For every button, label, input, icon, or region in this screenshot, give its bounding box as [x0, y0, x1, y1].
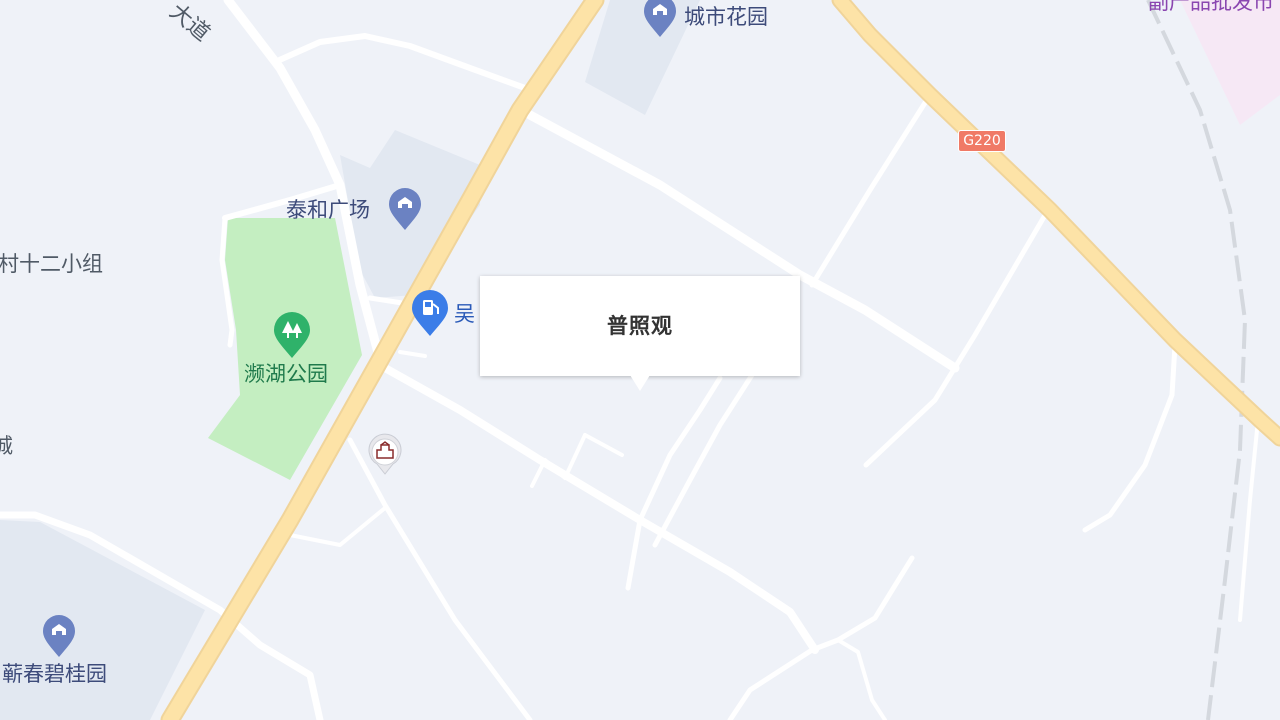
left-city-label: 城: [0, 434, 13, 458]
gas-station-label[interactable]: 吴: [454, 302, 475, 326]
popup-pointer: [630, 375, 650, 391]
route-shield-g220: G220: [958, 130, 1006, 152]
city-garden-label[interactable]: 城市花园: [684, 5, 768, 29]
lake-park-label[interactable]: 濒湖公园: [244, 362, 328, 386]
wholesale-market-label[interactable]: 副产品批发市: [1148, 0, 1274, 14]
place-popup[interactable]: 普照观: [480, 276, 800, 376]
taihe-plaza-label[interactable]: 泰和广场: [286, 198, 370, 222]
popup-title: 普照观: [607, 313, 673, 338]
village-group-label: 村十二小组: [0, 252, 103, 276]
biguiyuan-label[interactable]: 蕲春碧桂园: [2, 662, 107, 686]
